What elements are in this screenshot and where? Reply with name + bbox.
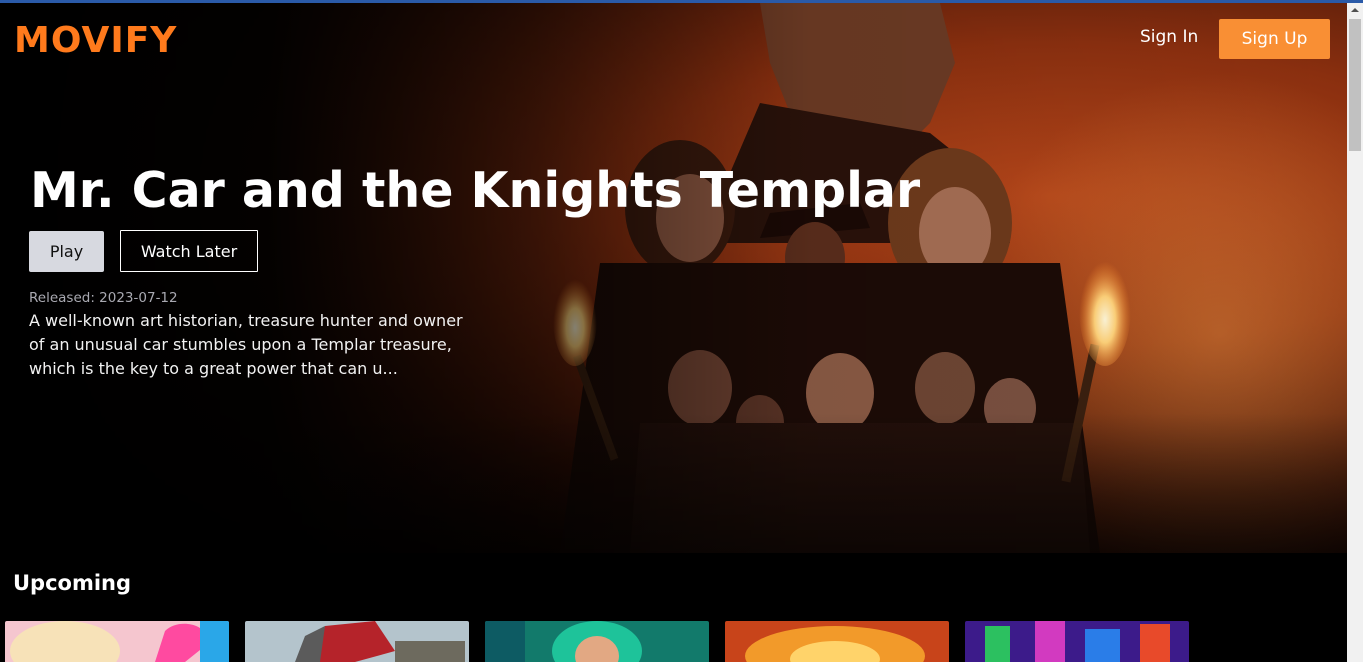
play-button[interactable]: Play xyxy=(29,231,104,272)
poster-image xyxy=(5,621,229,662)
scroll-up-arrow-icon[interactable] xyxy=(1347,3,1363,17)
hero-title: Mr. Car and the Knights Templar xyxy=(30,162,921,219)
poster-image xyxy=(245,621,469,662)
poster-image xyxy=(965,621,1189,662)
upcoming-row xyxy=(5,621,1345,662)
upcoming-poster[interactable] xyxy=(245,621,469,662)
release-date: Released: 2023-07-12 xyxy=(29,290,178,306)
hero-banner: MOVIFY Sign In Sign Up Mr. Car and the K… xyxy=(0,3,1347,553)
upcoming-poster[interactable] xyxy=(5,621,229,662)
hero-description: A well-known art historian, treasure hun… xyxy=(29,311,463,378)
brand-logo[interactable]: MOVIFY xyxy=(14,20,177,61)
upcoming-heading: Upcoming xyxy=(13,571,132,595)
upcoming-poster[interactable] xyxy=(965,621,1189,662)
hero-bottom-fade xyxy=(0,413,1347,553)
poster-image xyxy=(485,621,709,662)
scrollbar-thumb[interactable] xyxy=(1349,19,1361,151)
vertical-scrollbar[interactable] xyxy=(1347,3,1363,662)
upcoming-poster[interactable] xyxy=(725,621,949,662)
watch-later-button[interactable]: Watch Later xyxy=(120,230,258,272)
upcoming-poster[interactable] xyxy=(485,621,709,662)
page: MOVIFY Sign In Sign Up Mr. Car and the K… xyxy=(0,3,1347,662)
poster-image xyxy=(725,621,949,662)
sign-up-button[interactable]: Sign Up xyxy=(1219,19,1330,59)
sign-in-button[interactable]: Sign In xyxy=(1140,27,1198,47)
